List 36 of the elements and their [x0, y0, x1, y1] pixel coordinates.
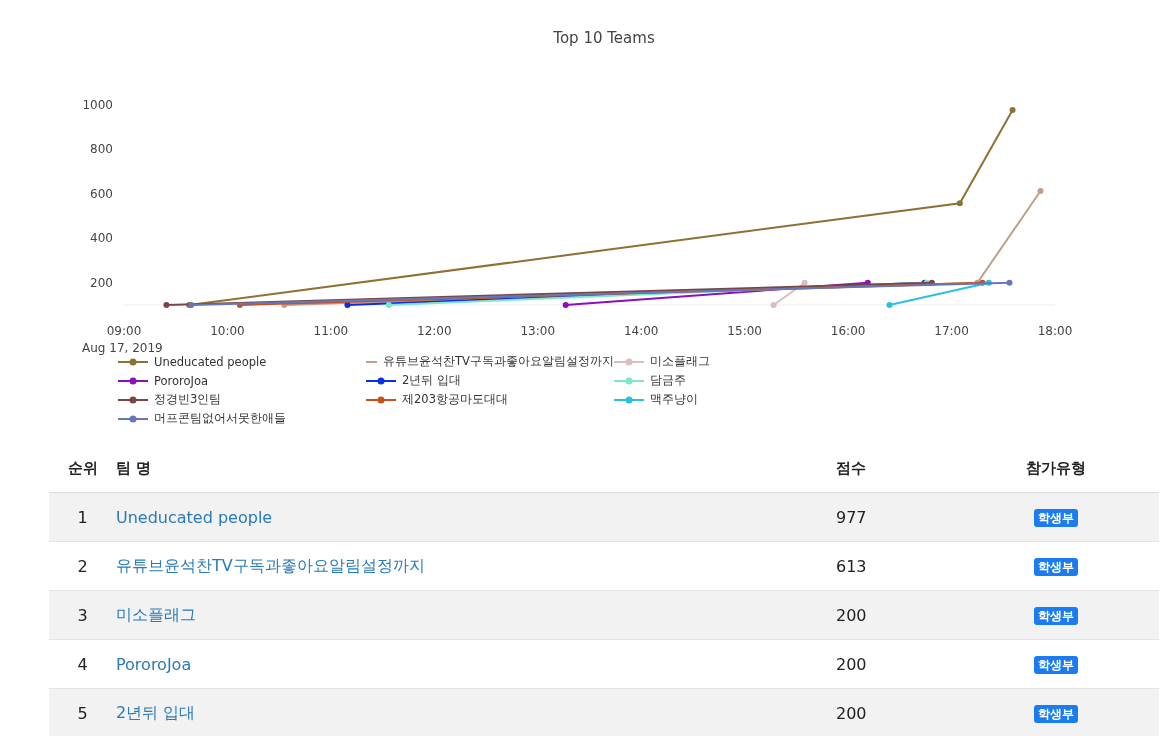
y-tick-label: 400	[90, 231, 113, 246]
y-tick-label: 600	[90, 186, 113, 201]
column-header: 점수	[836, 458, 867, 478]
score-cell-text: 200	[836, 703, 868, 723]
rank-cell-text: 1	[76, 507, 89, 527]
x-tick-label: 09:00	[106, 324, 142, 338]
score-cell-text: 613	[836, 556, 868, 576]
x-tick-label: 13:00	[520, 324, 556, 338]
category-badge: 학생부	[1034, 509, 1078, 527]
rank-cell-text: 5	[76, 703, 89, 723]
x-tick-label: 11:00	[313, 324, 349, 338]
column-header: 참가유형	[1025, 458, 1087, 478]
chart-title: Top 10 Teams	[552, 28, 656, 48]
x-tick-label: 18:00	[1037, 324, 1073, 338]
x-tick-label: 12:00	[417, 324, 452, 338]
x-tick-label: 14:00	[623, 324, 659, 338]
category-badge: 학생부	[1034, 558, 1078, 576]
y-tick-label: 200	[90, 275, 113, 290]
column-header: 순위	[66, 458, 99, 478]
rank-cell-text: 3	[76, 605, 89, 625]
category-badge: 학생부	[1034, 607, 1078, 625]
x-tick-label: 17:00	[934, 324, 969, 338]
rank-cell-text: 2	[76, 556, 89, 576]
column-header: 팀 명	[116, 458, 153, 478]
category-badge: 학생부	[1034, 656, 1078, 674]
x-tick-label: 15:00	[727, 324, 762, 338]
x-tick-label: 16:00	[830, 324, 866, 338]
score-cell-text: 200	[836, 654, 868, 674]
score-cell-text: 977	[836, 507, 868, 527]
y-tick-label: 1000	[82, 98, 113, 112]
x-tick-label: 10:00	[210, 324, 245, 338]
rank-cell-text: 4	[76, 654, 89, 674]
score-cell-text: 200	[836, 605, 868, 625]
y-tick-label: 800	[90, 142, 113, 157]
category-badge: 학생부	[1034, 705, 1078, 723]
x-date-label: Aug 17, 2019	[82, 341, 163, 355]
